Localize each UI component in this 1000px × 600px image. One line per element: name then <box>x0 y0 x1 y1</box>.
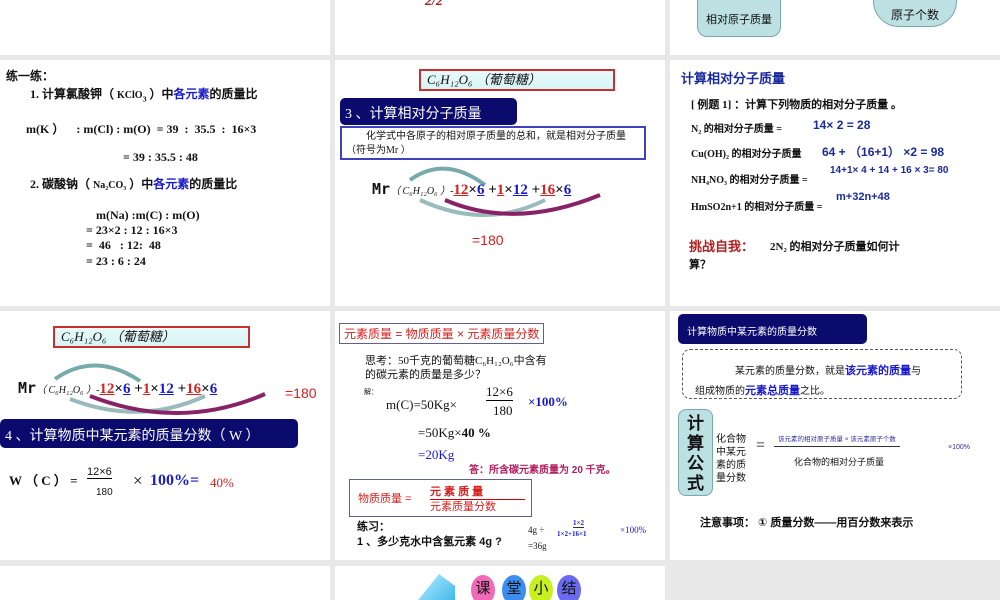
exercise-numerator: 1×2 <box>573 519 584 528</box>
q2-line-4: = 23 : 6 : 24 <box>86 254 146 268</box>
calc-line-3: =20Kg <box>418 447 455 462</box>
calc-line-2: =50Kg×40 % <box>418 425 491 440</box>
challenge-label: 挑战自我： <box>689 239 755 254</box>
solution-label: 解： <box>364 388 378 396</box>
answer: 40% <box>210 475 234 490</box>
exercise-result: =36g <box>528 541 547 551</box>
question-2: 2. 碳酸钠（ Na₂CO₃ ）中各元素的质量比 <box>30 177 238 191</box>
section-heading: 计算物质中某元素的质量分数 <box>678 314 867 344</box>
formula-numerator: 该元素的相对原子质量 × 该元素原子个数 <box>774 433 900 447</box>
row-answer: m+32n+48 <box>836 191 890 203</box>
relative-atomic-mass-box: 相对原子质量 <box>697 0 781 37</box>
note: 注意事项： ① 质量分数——用百分数来表示 <box>700 517 914 529</box>
summary-char-bubble: 堂 <box>502 575 526 600</box>
row-answer: 14+1× 4 + 14 + 16 × 3= 80 <box>830 165 949 176</box>
slide-thumbnail-top-right[interactable]: 相对原子质量 原子个数 <box>670 0 1000 55</box>
slide-thumbnail-top-mid[interactable]: 2/2 <box>335 0 665 55</box>
slide-thumbnail-bottom-left[interactable] <box>0 566 330 600</box>
mr-equation: Mr（ C₆H₁₂O₆ ）-12×6 +1×12 +16×6 <box>18 379 218 397</box>
mr-equation: Mr（ C₆H₁₂O₆ ）-12×6 +1×12 +16×6 <box>372 180 572 198</box>
slide-thumbnail-summary[interactable]: 课 堂 小 结 <box>335 566 665 600</box>
atom-count-circle: 原子个数 <box>873 0 957 27</box>
percent: 100%= <box>150 472 200 489</box>
section-heading: 4 、计算物质中某元素的质量分数（ W ） <box>0 419 298 448</box>
q1-line-1: m(K ） : m(Cl) : m(O) = 39 : 35.5 : 16×3 <box>26 122 257 136</box>
row-label: N₂ 的相对分子质量 = <box>691 124 782 135</box>
calc-line-1: m(C)=50Kg× <box>386 397 457 412</box>
formula-denominator: 元素质量分数 <box>430 501 496 513</box>
row-label: HmSO2n+1 的相对分子质量 = <box>691 202 823 213</box>
slide-thumbnail-mass-fraction[interactable]: C₆H₁₂O₆ （葡萄糖） Mr（ C₆H₁₂O₆ ）-12×6 +1×12 +… <box>0 311 330 560</box>
formula-denominator: 化合物的相对分子质量 <box>794 457 885 467</box>
q2-line-1: m(Na) :m(C) : m(O) <box>96 208 200 222</box>
slide-title: 练一练： <box>6 69 55 83</box>
think-line-2: 的碳元素的质量是多少？ <box>365 369 486 381</box>
challenge-question-cont: 算？ <box>689 259 711 271</box>
result: =180 <box>472 232 504 248</box>
example-heading: [ 例题 1] ：计算下列物质的相对分子质量 。 <box>691 99 902 111</box>
summary-char-bubble: 小 <box>529 575 553 600</box>
fraction-numerator: 12×6 <box>87 466 112 479</box>
formula-box: 物质质量 = 元 素 质 量 元素质量分数 <box>349 479 532 517</box>
question-1: 1. 计算氯酸钾（ KClO3 ）中各元素的质量比 <box>30 87 258 104</box>
times-sign: × <box>133 471 143 490</box>
result: =180 <box>285 385 317 401</box>
slide-thumbnail-practice[interactable]: 练一练： 1. 计算氯酸钾（ KClO3 ）中各元素的质量比 m(K ） : m… <box>0 60 330 306</box>
row-label: Cu(OH)₂ 的相对分子质量 <box>691 149 802 160</box>
slide-title: 计算相对分子质量 <box>681 71 786 86</box>
exercise-denominator: 1×2+16×1 <box>557 530 587 538</box>
slide-thumbnail-relative-molecular-mass[interactable]: C₆H₁₂O₆ （葡萄糖） 3 、计算相对分子质量 化学式中各原子的相对原子质量… <box>335 60 665 306</box>
percent: ×100% <box>528 394 568 409</box>
rule-box: 元素质量 = 物质质量 × 元素质量分数 <box>339 323 545 344</box>
answer: 答：所含碳元素质量为 20 千克。 <box>469 465 616 476</box>
slide-thumbnail-examples[interactable]: 计算相对分子质量 [ 例题 1] ：计算下列物质的相对分子质量 。 N₂ 的相对… <box>670 60 1000 306</box>
q2-line-2: = 23×2 : 12 : 16×3 <box>86 223 178 237</box>
slide-thumbnail-top-left[interactable] <box>0 0 330 55</box>
summary-char-bubble: 结 <box>557 575 581 600</box>
fraction-denominator: 180 <box>493 403 513 418</box>
slide-thumbnail-element-mass[interactable]: 元素质量 = 物质质量 × 元素质量分数 思考：50千克的葡萄糖C₆H₁₂O₆中… <box>335 311 665 560</box>
formula-percent: ×100% <box>948 444 970 451</box>
row-label: NH₄NO₃ 的相对分子质量 = <box>691 175 808 186</box>
exercise-percent: ×100% <box>620 525 647 535</box>
exercise-title: 练习： <box>357 521 390 533</box>
row-answer: 64 + （16+1） ×2 = 98 <box>822 145 945 159</box>
slide-thumbnail-mass-fraction-formula[interactable]: 计算物质中某元素的质量分数 某元素的质量分数，就是该元素的质量与 组成物质的元素… <box>670 311 1000 560</box>
exercise-question: 1 、多少克水中含氢元素 4g ? <box>357 536 502 548</box>
fraction-denominator: 180 <box>96 487 113 498</box>
formula-fragment: 2/2 <box>425 0 443 9</box>
w-label: W （ C ） = <box>9 473 78 488</box>
summary-char-bubble: 课 <box>471 575 495 600</box>
fraction-numerator: 12×6 <box>486 384 513 401</box>
q1-line-2: = 39 : 35.5 : 48 <box>123 150 198 164</box>
equals-sign: = <box>756 437 766 454</box>
definition-box: 某元素的质量分数，就是该元素的质量与 组成物质的元素总质量之比。 <box>682 349 962 399</box>
q2-line-3: = 46 : 12: 48 <box>86 238 161 252</box>
challenge-question: 2N₂ 的相对分子质量如何计 <box>770 241 900 253</box>
row-answer: 14× 2 = 28 <box>813 118 871 132</box>
book-icon <box>415 574 455 600</box>
formula-tag: 计算公式 <box>678 409 713 496</box>
exercise-calc: 4g ÷ <box>528 525 545 535</box>
formula-left: 化合物中某元素的质量分数 <box>716 434 746 484</box>
formula-left: 物质质量 = <box>358 493 412 505</box>
